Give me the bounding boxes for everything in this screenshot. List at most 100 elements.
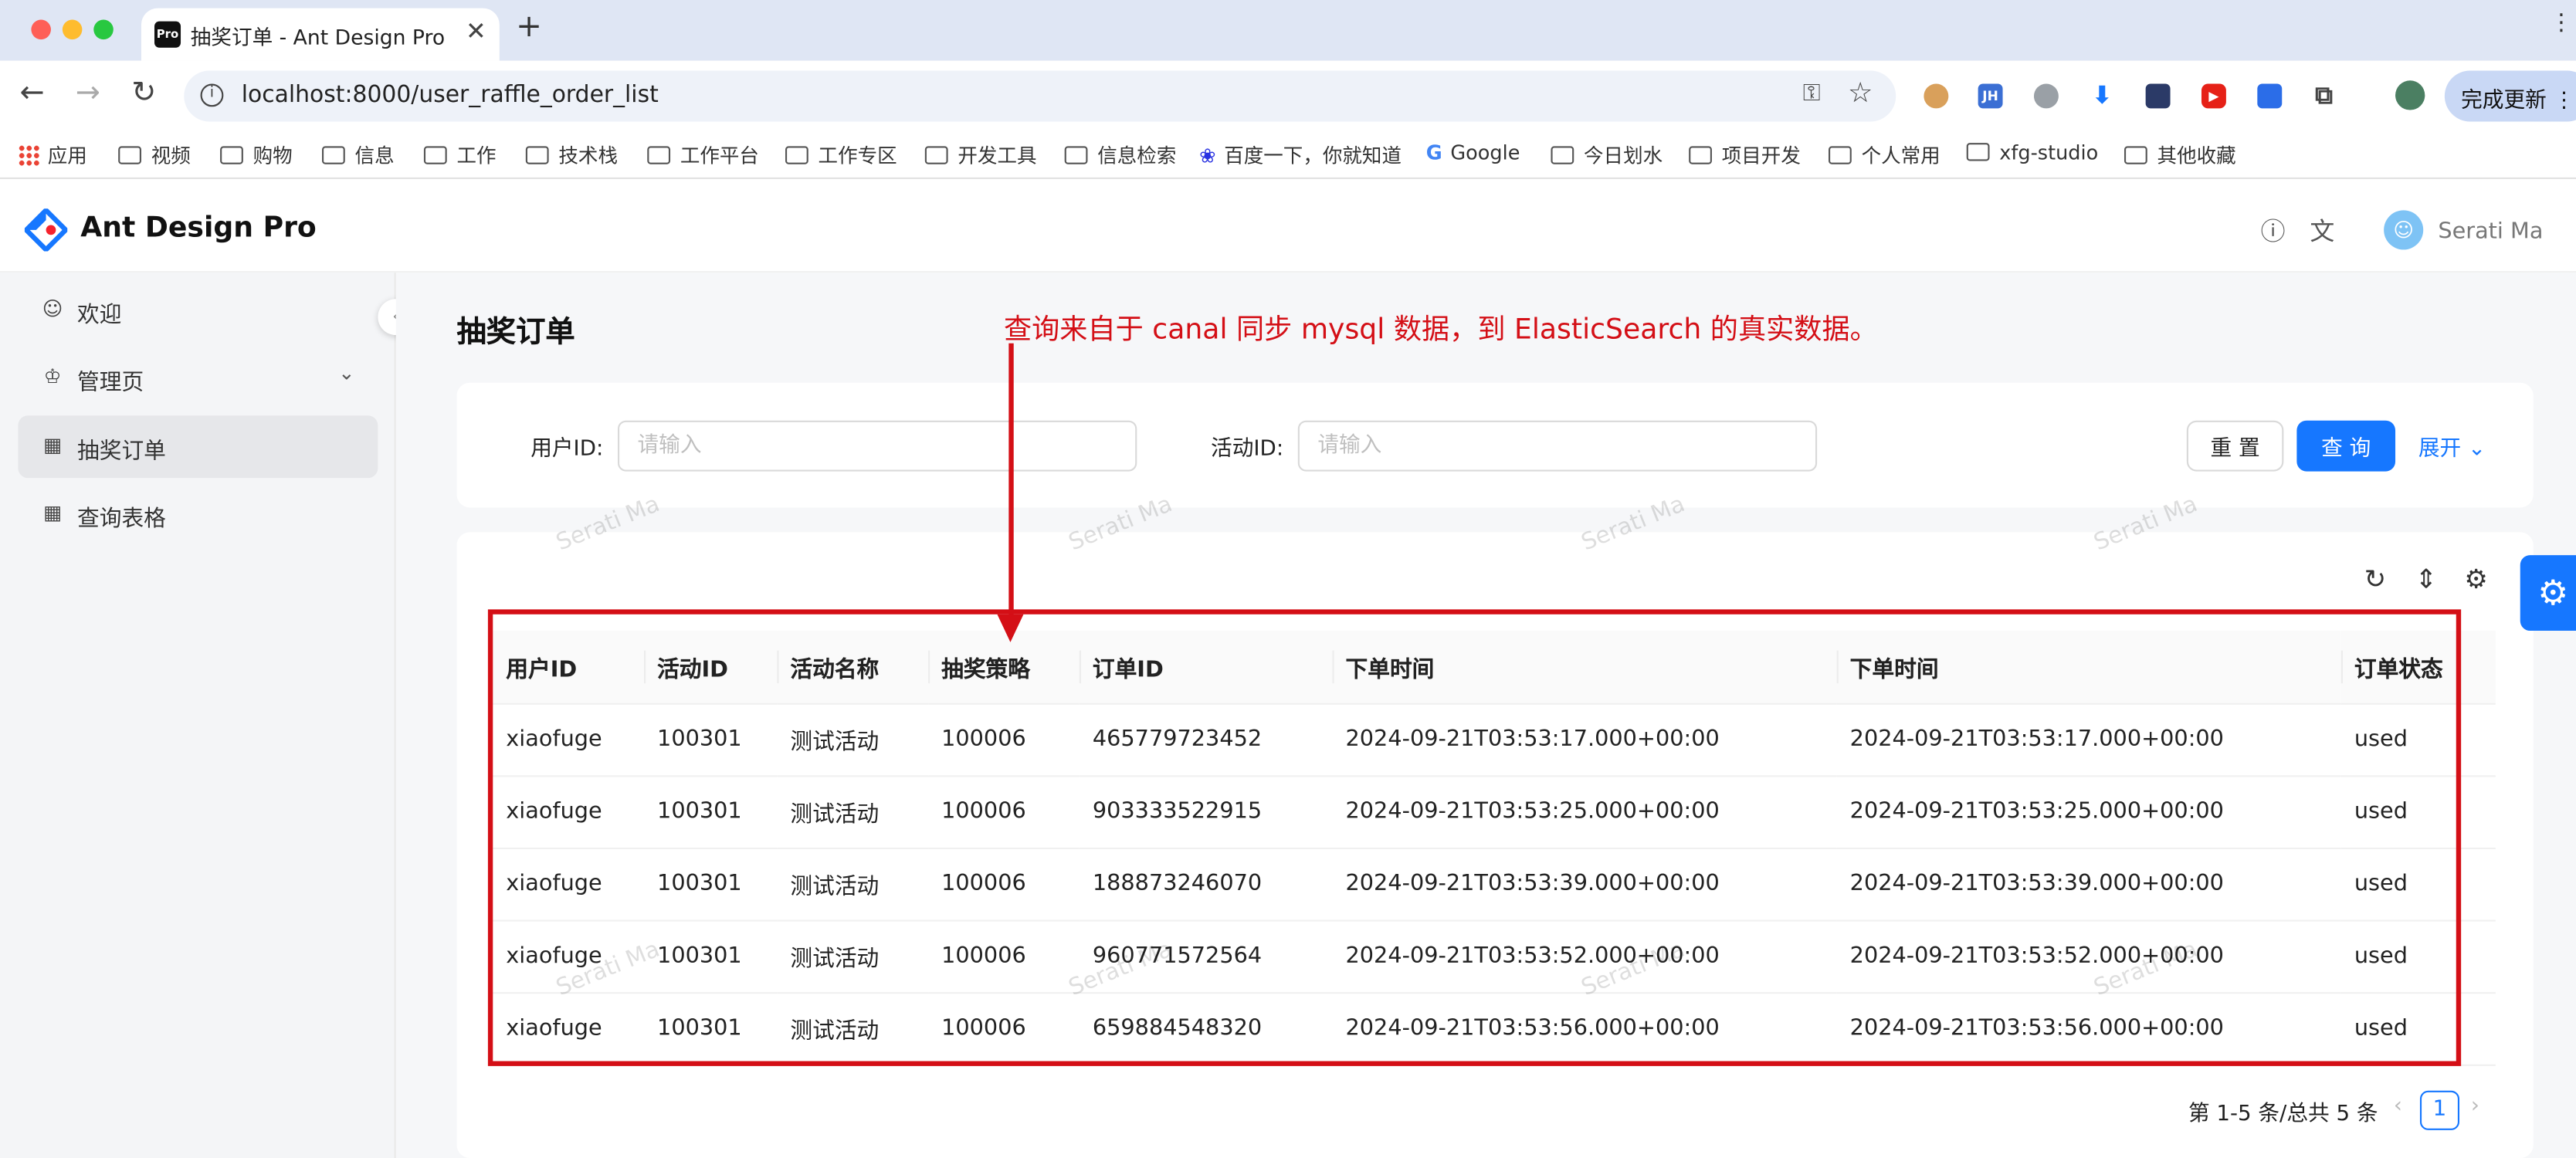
bookmark-folder[interactable]: 其他收藏 <box>2124 141 2236 169</box>
cell-user-id: xiaofuge <box>493 919 645 994</box>
cell-strategy: 100006 <box>928 992 1080 1065</box>
profile-avatar-icon[interactable] <box>2395 80 2425 110</box>
reload-table-icon[interactable]: ↻ <box>2364 564 2387 594</box>
user-name[interactable]: Serati Ma <box>2438 218 2543 245</box>
cell-activity-name: 测试活动 <box>777 703 929 777</box>
browser-tab[interactable]: Pro 抽奖订单 - Ant Design Pro ✕ <box>141 8 500 61</box>
puzzle-extensions-icon[interactable]: ⧉ <box>2312 83 2337 109</box>
cell-user-id: xiaofuge <box>493 847 645 921</box>
more-menu-icon: ⋮ <box>2553 88 2575 113</box>
password-key-icon[interactable]: ⚿ <box>1803 80 1821 107</box>
bookmark-star-icon[interactable]: ☆ <box>1848 77 1873 110</box>
column-header: 活动ID <box>644 631 778 704</box>
bookmark-folder[interactable]: 今日划水 <box>1551 141 1663 169</box>
cell-activity-id: 100301 <box>644 847 778 921</box>
table-row[interactable]: xiaofuge 100301 测试活动 100006 188873246070… <box>493 847 2496 921</box>
cell-order-id: 188873246070 <box>1079 847 1333 921</box>
sidebar-item-welcome[interactable]: ☺ 欢迎 <box>18 279 378 342</box>
cookie-extension-icon[interactable] <box>1924 83 1949 109</box>
pagination-prev-icon[interactable]: ‹ <box>2394 1094 2402 1119</box>
download-extension-icon[interactable]: ⬇ <box>2090 83 2114 109</box>
cell-order-time: 2024-09-21T03:53:39.000+00:00 <box>1836 847 2341 921</box>
bookmark-folder[interactable]: 购物 <box>220 141 293 169</box>
sidebar-item-admin[interactable]: ♔ 管理页 ⌄ <box>18 347 378 409</box>
bookmark-folder[interactable]: 工作平台 <box>647 141 759 169</box>
bookmark-folder[interactable]: 工作 <box>423 141 497 169</box>
update-button[interactable]: 完成更新 ⋮ <box>2444 70 2576 122</box>
sidebar-item-raffle-orders[interactable]: ▦ 抽奖订单 <box>18 415 378 479</box>
bookmark-baidu[interactable]: ❀ 百度一下，你就知道 <box>1199 141 1402 169</box>
language-icon[interactable]: 文 <box>2310 214 2334 249</box>
folder-icon <box>525 146 549 164</box>
bookmark-label: 个人常用 <box>1861 144 1940 168</box>
tab-search-icon[interactable]: ⋮ <box>2550 10 2573 36</box>
help-icon[interactable]: ⓘ <box>2261 214 2286 249</box>
column-settings-icon[interactable]: ⚙ <box>2464 564 2488 594</box>
bookmark-label: 今日划水 <box>1584 144 1663 168</box>
new-tab-icon[interactable]: + <box>516 8 542 45</box>
bookmark-label: 信息 <box>354 144 395 168</box>
address-bar[interactable]: i localhost:8000/user_raffle_order_list … <box>184 70 1896 122</box>
bookmark-folder[interactable]: 信息检索 <box>1064 141 1176 169</box>
pagination-page[interactable]: 1 <box>2419 1090 2460 1130</box>
table-row[interactable]: xiaofuge 100301 测试活动 100006 465779723452… <box>493 703 2496 777</box>
cell-order-time: 2024-09-21T03:53:17.000+00:00 <box>1332 703 1837 777</box>
cell-user-id: xiaofuge <box>493 703 645 777</box>
bookmark-folder[interactable]: 信息 <box>322 141 395 169</box>
bookmark-folder[interactable]: 开发工具 <box>924 141 1037 169</box>
reset-button[interactable]: 重 置 <box>2186 420 2284 472</box>
pagination-summary: 第 1-5 条/总共 5 条 <box>2188 1102 2378 1127</box>
screen-extension-icon[interactable] <box>2257 83 2283 109</box>
expand-link[interactable]: 展开 ⌄ <box>2418 430 2486 462</box>
density-icon[interactable]: ⇕ <box>2415 564 2438 594</box>
avatar[interactable]: ☺ <box>2384 210 2424 250</box>
apps-grid-icon <box>18 144 40 166</box>
query-button[interactable]: 查 询 <box>2296 420 2396 472</box>
minimize-window-button[interactable] <box>62 19 83 40</box>
bookmark-label: 购物 <box>253 144 293 168</box>
bookmark-folder[interactable]: 技术栈 <box>525 141 619 169</box>
cell-order-time: 2024-09-21T03:53:56.000+00:00 <box>1836 992 2341 1065</box>
maximize-window-button[interactable] <box>93 19 114 40</box>
bookmark-label: 工作 <box>456 144 497 168</box>
google-g-icon: G <box>1425 141 1442 164</box>
jh-extension-icon[interactable]: JH <box>1978 83 2003 109</box>
bookmark-label: 视频 <box>151 144 191 168</box>
settings-drawer-button[interactable]: ⚙ <box>2520 555 2576 631</box>
table-row[interactable]: xiaofuge 100301 测试活动 100006 659884548320… <box>493 992 2496 1065</box>
ant-design-logo-icon[interactable] <box>24 208 68 252</box>
table-row[interactable]: xiaofuge 100301 测试活动 100006 903333522915… <box>493 775 2496 848</box>
activity-id-input[interactable] <box>1297 420 1818 472</box>
bookmark-folder[interactable]: 项目开发 <box>1689 141 1801 169</box>
cell-order-time: 2024-09-21T03:53:52.000+00:00 <box>1836 919 2341 994</box>
bookmark-apps[interactable]: 应用 <box>18 141 87 169</box>
reload-icon[interactable]: ↻ <box>131 76 156 110</box>
bookmark-folder[interactable]: 工作专区 <box>785 141 897 169</box>
close-tab-icon[interactable]: ✕ <box>466 16 486 46</box>
cell-activity-id: 100301 <box>644 703 778 777</box>
table-icon: ▦ <box>43 433 63 457</box>
bookmark-google[interactable]: G Google <box>1426 141 1520 164</box>
video-extension-icon[interactable]: ▶ <box>2201 83 2226 109</box>
site-info-icon[interactable]: i <box>200 83 224 107</box>
app-title[interactable]: Ant Design Pro <box>80 212 317 245</box>
close-window-button[interactable] <box>31 19 51 40</box>
user-id-input[interactable] <box>617 420 1137 472</box>
bookmark-label: 技术栈 <box>558 144 619 168</box>
bookmark-label: 项目开发 <box>1721 144 1801 168</box>
bookmark-folder[interactable]: 个人常用 <box>1829 141 1940 169</box>
shield-extension-icon[interactable] <box>2033 83 2059 109</box>
update-button-label: 完成更新 <box>2461 88 2547 113</box>
bookmark-folder[interactable]: xfg-studio <box>1966 141 2098 164</box>
cell-status: used <box>2340 847 2496 921</box>
picture-extension-icon[interactable] <box>2145 83 2171 109</box>
sidebar-item-query-table[interactable]: ▦ 查询表格 <box>18 483 378 546</box>
table-row[interactable]: xiaofuge 100301 测试活动 100006 960771572564… <box>493 919 2496 994</box>
back-icon[interactable]: ← <box>20 76 45 110</box>
address-url[interactable]: localhost:8000/user_raffle_order_list <box>242 82 659 108</box>
bookmark-folder[interactable]: 视频 <box>118 141 191 169</box>
forward-icon[interactable]: → <box>76 76 100 110</box>
pagination-next-icon[interactable]: › <box>2471 1094 2479 1119</box>
folder-icon <box>1689 146 1712 164</box>
bookmarks-bar: 应用 视频 购物 信息 工作 技术栈 工作平台 工作专区 开发工具 信息检索 ❀… <box>0 130 2576 179</box>
